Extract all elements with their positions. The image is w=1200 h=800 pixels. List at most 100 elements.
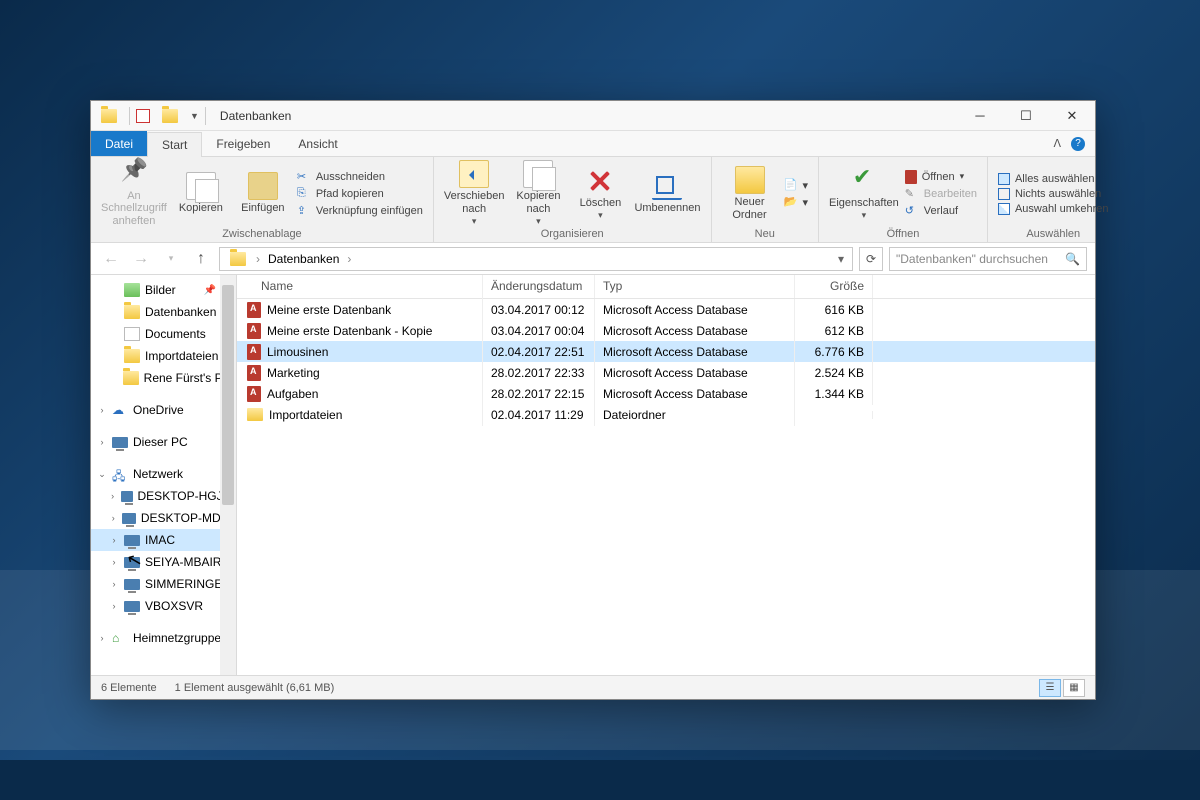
collapse-ribbon-icon[interactable]: ᐱ	[1053, 137, 1061, 150]
cut-button[interactable]: ✂Ausschneiden	[297, 170, 423, 184]
titlebar[interactable]: ▼ Datenbanken ─ ☐ ✕	[91, 101, 1095, 131]
sidebar-item-datenbanken[interactable]: Datenbanken	[91, 301, 236, 323]
explorer-window: ▼ Datenbanken ─ ☐ ✕ Datei Start Freigebe…	[90, 100, 1096, 700]
history-button[interactable]: ↺Verlauf	[905, 204, 977, 218]
copy-button[interactable]: Kopieren	[173, 172, 229, 214]
rename-button[interactable]: Umbenennen	[634, 172, 700, 214]
sidebar-scrollbar[interactable]	[220, 275, 236, 675]
col-name[interactable]: Name	[237, 275, 483, 298]
file-name: Importdateien	[269, 408, 342, 422]
paste-shortcut-button[interactable]: ⇪Verknüpfung einfügen	[297, 204, 423, 218]
minimize-button[interactable]: ─	[957, 101, 1003, 131]
invert-selection-button[interactable]: Auswahl umkehren	[998, 203, 1109, 215]
col-type[interactable]: Typ	[595, 275, 795, 298]
access-file-icon	[247, 365, 261, 381]
siddit-item-homegroup[interactable]: ›⌂Heimnetzgruppe	[91, 627, 236, 649]
file-row[interactable]: Limousinen02.04.2017 22:51Microsoft Acce…	[237, 341, 1095, 362]
sidebar-item-net3[interactable]: ›IMAC	[91, 529, 236, 551]
sidebar-item-onedrive[interactable]: ›☁OneDrive	[91, 399, 236, 421]
delete-button[interactable]: Löschen	[572, 167, 628, 221]
file-type: Microsoft Access Database	[595, 383, 795, 405]
sidebar-item-net6[interactable]: ›VBOXSVR	[91, 595, 236, 617]
file-type: Microsoft Access Database	[595, 320, 795, 342]
sidebar-item-documents[interactable]: Documents	[91, 323, 236, 345]
view-details-button[interactable]: ☰	[1039, 679, 1061, 697]
navigation-pane[interactable]: Bilder📌 Datenbanken Documents Importdate…	[91, 275, 237, 675]
up-button[interactable]: ↑	[189, 247, 213, 271]
forward-button[interactable]: →	[129, 247, 153, 271]
view-large-button[interactable]: ▦	[1063, 679, 1085, 697]
maximize-button[interactable]: ☐	[1003, 101, 1049, 131]
file-name: Meine erste Datenbank	[267, 303, 391, 317]
ribbon-group-clipboard: Zwischenablage	[101, 226, 423, 240]
refresh-button[interactable]: ⟳	[859, 247, 883, 271]
close-button[interactable]: ✕	[1049, 101, 1095, 131]
sidebar-item-bilder[interactable]: Bilder📌	[91, 279, 236, 301]
qat-newfolder-icon[interactable]	[162, 109, 178, 123]
sidebar-item-net1[interactable]: ›DESKTOP-HGJ80	[91, 485, 236, 507]
file-size: 2.524 KB	[795, 362, 873, 384]
open-button[interactable]: Öffnen ▾	[905, 170, 977, 184]
new-folder-button[interactable]: Neuer Ordner	[722, 166, 778, 220]
file-row[interactable]: Aufgaben28.02.2017 22:15Microsoft Access…	[237, 383, 1095, 404]
search-input[interactable]: "Datenbanken" durchsuchen 🔍	[889, 247, 1087, 271]
file-date: 02.04.2017 22:51	[483, 341, 595, 363]
new-item-button[interactable]: 📄▾	[784, 178, 809, 192]
file-row[interactable]: Meine erste Datenbank - Kopie03.04.2017 …	[237, 320, 1095, 341]
file-type: Microsoft Access Database	[595, 299, 795, 321]
address-folder-icon	[230, 252, 246, 266]
col-size[interactable]: Größe	[795, 275, 873, 298]
file-type: Microsoft Access Database	[595, 362, 795, 384]
properties-button[interactable]: Eigenschaften	[829, 167, 899, 221]
access-file-icon	[247, 323, 261, 339]
search-placeholder: "Datenbanken" durchsuchen	[896, 252, 1048, 266]
copy-path-button[interactable]: ⎘Pfad kopieren	[297, 187, 423, 201]
file-row[interactable]: Importdateien02.04.2017 11:29Dateiordner	[237, 404, 1095, 425]
help-icon[interactable]: ?	[1071, 137, 1085, 151]
file-size: 6.776 KB	[795, 341, 873, 363]
file-list: Name Änderungsdatum Typ Größe Meine erst…	[237, 275, 1095, 675]
recent-dropdown[interactable]: ▾	[159, 247, 183, 271]
sidebar-item-importdateien[interactable]: Importdateien	[91, 345, 236, 367]
breadcrumb[interactable]: Datenbanken	[264, 252, 343, 266]
tab-view[interactable]: Ansicht	[284, 131, 351, 156]
select-none-button[interactable]: Nichts auswählen	[998, 188, 1109, 200]
easy-access-button[interactable]: 📂▾	[784, 195, 809, 209]
edit-button[interactable]: ✎Bearbeiten	[905, 187, 977, 201]
back-button[interactable]: ←	[99, 247, 123, 271]
tab-share[interactable]: Freigeben	[202, 131, 284, 156]
status-selection: 1 Element ausgewählt (6,61 MB)	[175, 682, 335, 694]
file-date: 28.02.2017 22:33	[483, 362, 595, 384]
paste-button[interactable]: Einfügen	[235, 172, 291, 214]
window-folder-icon	[101, 109, 117, 123]
sidebar-item-net4[interactable]: ›SEIYA-MBAIR	[91, 551, 236, 573]
sidebar-item-pc[interactable]: ›Dieser PC	[91, 431, 236, 453]
file-size: 616 KB	[795, 299, 873, 321]
qat-dropdown-icon[interactable]: ▼	[190, 111, 199, 121]
navbar: ← → ▾ ↑ › Datenbanken › ▾ ⟳ "Datenbanken…	[91, 243, 1095, 275]
folder-icon	[247, 408, 263, 421]
ribbon-group-open: Öffnen	[829, 226, 977, 240]
tab-file[interactable]: Datei	[91, 131, 147, 156]
pin-quickaccess-button[interactable]: An Schnellzugriff anheften	[101, 160, 167, 226]
sidebar-item-rene[interactable]: Rene Fürst's Pub	[91, 367, 236, 389]
sidebar-item-network[interactable]: ⌄🖧Netzwerk	[91, 463, 236, 485]
file-row[interactable]: Meine erste Datenbank03.04.2017 00:12Mic…	[237, 299, 1095, 320]
file-row[interactable]: Marketing28.02.2017 22:33Microsoft Acces…	[237, 362, 1095, 383]
file-date: 28.02.2017 22:15	[483, 383, 595, 405]
status-count: 6 Elemente	[101, 682, 157, 694]
taskbar[interactable]	[0, 760, 1200, 800]
address-bar[interactable]: › Datenbanken › ▾	[219, 247, 853, 271]
moveto-button[interactable]: Verschieben nach	[444, 160, 505, 226]
sidebar-item-net2[interactable]: ›DESKTOP-MDVT	[91, 507, 236, 529]
col-date[interactable]: Änderungsdatum	[483, 275, 595, 298]
copyto-button[interactable]: Kopieren nach	[510, 160, 566, 226]
sidebar-item-net5[interactable]: ›SIMMERINGER	[91, 573, 236, 595]
ribbon: An Schnellzugriff anheften Kopieren Einf…	[91, 157, 1095, 243]
address-dropdown-icon[interactable]: ▾	[838, 252, 844, 266]
column-headers[interactable]: Name Änderungsdatum Typ Größe	[237, 275, 1095, 299]
select-all-button[interactable]: Alles auswählen	[998, 173, 1109, 185]
status-bar: 6 Elemente 1 Element ausgewählt (6,61 MB…	[91, 675, 1095, 699]
qat-properties-icon[interactable]	[136, 109, 150, 123]
tab-start[interactable]: Start	[147, 132, 202, 157]
